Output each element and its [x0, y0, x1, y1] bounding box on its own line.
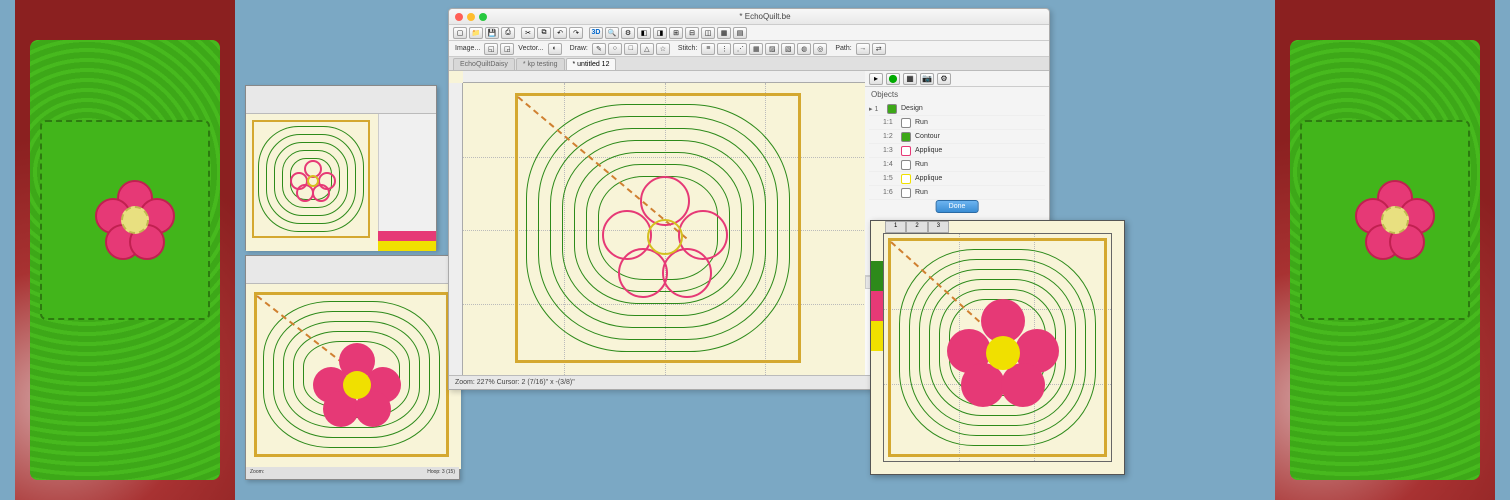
main-toolbar: ▢ 📁 💾 ⎙ ✂ ⧉ ↶ ↷ 3D 🔍 ⚙ ◧ ◨ ⊞ ⊟ ◫ ▦ ▤ [449, 25, 1049, 41]
tool-icon[interactable]: ⚙ [621, 27, 635, 39]
image-button[interactable]: Image... [453, 45, 482, 52]
stitch-tool-icon[interactable]: ◎ [813, 43, 827, 55]
canvas[interactable] [463, 83, 866, 377]
tab-kp-testing[interactable]: * kp testing [516, 58, 565, 70]
stitch-tool-icon[interactable]: ◍ [797, 43, 811, 55]
minimize-button[interactable] [467, 13, 475, 21]
preview-large: 1 2 3 [870, 220, 1125, 475]
stitch-tool-icon[interactable]: ⋰ [733, 43, 747, 55]
mini-screenshot-bottom: Zoom: Hoop: 3 (15) [245, 255, 460, 480]
path-tool-icon[interactable]: → [856, 43, 870, 55]
image-tool-icon[interactable]: ◲ [500, 43, 514, 55]
palette-pink[interactable] [871, 291, 883, 321]
circle-icon [901, 174, 911, 184]
stitch-tool-icon[interactable]: ≡ [701, 43, 715, 55]
cut-icon[interactable]: ✂ [521, 27, 535, 39]
stitch-tool-icon[interactable]: ⋮ [717, 43, 731, 55]
tool-icon[interactable]: ◨ [653, 27, 667, 39]
draw-tool-icon[interactable]: △ [640, 43, 654, 55]
product-photo-left [15, 0, 235, 500]
panel-expand-icon[interactable]: ▸ [869, 73, 883, 85]
draw-tool-icon[interactable]: ☆ [656, 43, 670, 55]
object-row-applique[interactable]: 1:5 Applique [869, 172, 1045, 186]
tool-icon[interactable]: ◫ [701, 27, 715, 39]
panel-tool-icon[interactable]: ▦ [903, 73, 917, 85]
objects-panel-title: Objects [865, 87, 1049, 102]
stitch-label: Stitch: [676, 45, 699, 52]
ruler-horizontal [463, 71, 866, 83]
mini2-zoom: Zoom: [250, 469, 264, 477]
tool-icon[interactable]: ⊟ [685, 27, 699, 39]
tool-icon[interactable]: ⊞ [669, 27, 683, 39]
done-button[interactable]: Done [936, 200, 979, 213]
titlebar[interactable]: * EchoQuilt.be [449, 9, 1049, 25]
tab-untitled-12[interactable]: * untitled 12 [566, 58, 617, 70]
design-workspace[interactable] [449, 71, 867, 377]
stitch-tool-icon[interactable]: ▧ [781, 43, 795, 55]
object-row-contour[interactable]: 1:2 Contour [869, 130, 1045, 144]
vector-button[interactable]: Vector... [516, 45, 545, 52]
object-row-run[interactable]: 1:4 Run [869, 158, 1045, 172]
undo-icon[interactable]: ↶ [553, 27, 567, 39]
maximize-button[interactable] [479, 13, 487, 21]
status-zoom-cursor: Zoom: 227% Cursor: 2 (7/16)" x -(3/8)" [455, 379, 575, 386]
ruler-vertical [449, 83, 463, 377]
object-row-run[interactable]: 1:1 Run [869, 116, 1045, 130]
tool-icon[interactable]: ◧ [637, 27, 651, 39]
color-swatch [901, 188, 911, 198]
stitch-tool-icon[interactable]: ▨ [765, 43, 779, 55]
save-icon[interactable]: 💾 [485, 27, 499, 39]
color-swatch [887, 104, 897, 114]
draw-label: Draw: [568, 45, 590, 52]
mini2-hoop: Hoop: 3 (15) [427, 469, 455, 477]
palette-green[interactable] [871, 261, 883, 291]
color-swatch [901, 160, 911, 170]
object-row-design[interactable]: ▸ 1 Design [869, 102, 1045, 116]
palette-yellow[interactable] [871, 321, 883, 351]
preview-tab[interactable]: 1 [885, 221, 906, 233]
tool-icon[interactable]: ▦ [717, 27, 731, 39]
draw-tool-icon[interactable]: ○ [608, 43, 622, 55]
preview-tab[interactable]: 2 [906, 221, 927, 233]
window-title: * EchoQuilt.be [487, 12, 1043, 21]
draw-tool-icon[interactable]: ✎ [592, 43, 606, 55]
object-row-applique[interactable]: 1:3 Applique [869, 144, 1045, 158]
flower-icon [901, 146, 911, 156]
3d-icon[interactable]: 3D [589, 27, 603, 39]
image-tool-icon[interactable]: ◱ [484, 43, 498, 55]
redo-icon[interactable]: ↷ [569, 27, 583, 39]
preview-canvas [883, 233, 1112, 462]
panel-tool-icon[interactable]: ⚙ [937, 73, 951, 85]
preview-tab[interactable]: 3 [928, 221, 949, 233]
color-swatch [901, 118, 911, 128]
panel-tool-icon[interactable]: 📷 [920, 73, 934, 85]
zoom-icon[interactable]: 🔍 [605, 27, 619, 39]
stitch-tool-icon[interactable]: ▦ [749, 43, 763, 55]
product-photo-right [1275, 0, 1495, 500]
tool-icon[interactable]: ▤ [733, 27, 747, 39]
object-row-run[interactable]: 1:6 Run [869, 186, 1045, 200]
tab-echoquiltdaisy[interactable]: EchoQuiltDaisy [453, 58, 515, 70]
copy-icon[interactable]: ⧉ [537, 27, 551, 39]
mini-screenshot-top [245, 85, 437, 250]
draw-tool-icon[interactable]: □ [624, 43, 638, 55]
document-tabs: EchoQuiltDaisy * kp testing * untitled 1… [449, 57, 1049, 71]
panel-tool-icon[interactable]: ⬤ [886, 73, 900, 85]
open-icon[interactable]: 📁 [469, 27, 483, 39]
secondary-toolbar: Image... ◱ ◲ Vector... ◐ Draw: ✎ ○ □ △ ☆… [449, 41, 1049, 57]
path-label: Path: [833, 45, 853, 52]
color-swatch [901, 132, 911, 142]
new-icon[interactable]: ▢ [453, 27, 467, 39]
objects-tree[interactable]: ▸ 1 Design 1:1 Run 1:2 Contour 1:3 Appli… [865, 102, 1049, 200]
vector-tool-icon[interactable]: ◐ [548, 43, 562, 55]
close-button[interactable] [455, 13, 463, 21]
path-tool-icon[interactable]: ⇄ [872, 43, 886, 55]
print-icon[interactable]: ⎙ [501, 27, 515, 39]
